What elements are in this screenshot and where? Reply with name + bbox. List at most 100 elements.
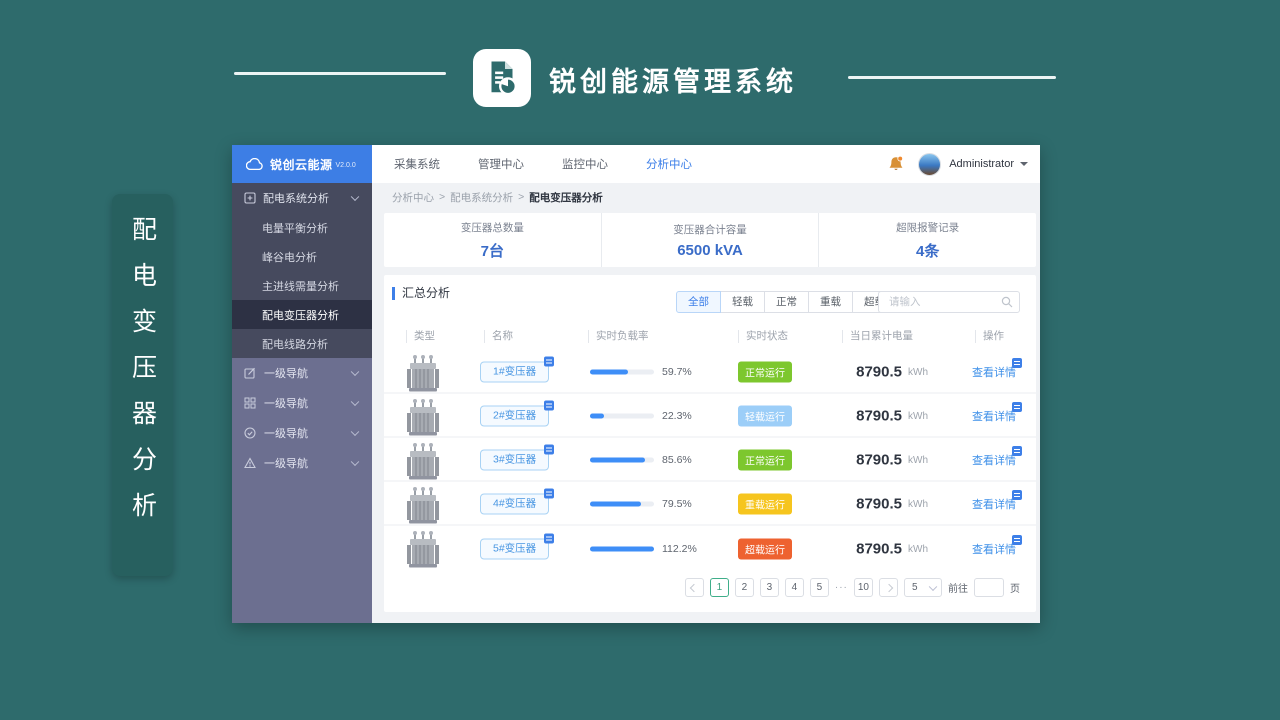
sidebar-item-nav-3[interactable]: 一级导航: [232, 418, 372, 448]
sidebar-item-line-analysis[interactable]: 配电线路分析: [232, 329, 372, 358]
sidebar-item-main-line-demand[interactable]: 主进线需量分析: [232, 271, 372, 300]
page-button-1[interactable]: 1: [709, 578, 729, 597]
sidebar-item-label: 配电变压器分析: [262, 309, 339, 322]
view-details-link[interactable]: 查看详情: [972, 358, 1022, 380]
user-avatar[interactable]: [918, 152, 942, 176]
table-header: 类型 名称 实时负载率 实时状态 当日累计电量 操作: [384, 330, 1036, 350]
page-button-5[interactable]: 5: [809, 578, 829, 597]
top-nav-collect[interactable]: 采集系统: [394, 156, 440, 172]
load-progress: [590, 457, 654, 463]
load-percent: 85.6%: [662, 454, 692, 466]
transformer-name: 5#变压器: [493, 542, 537, 555]
page-button-10[interactable]: 10: [853, 578, 873, 597]
sidebar-item-label: 配电系统分析: [263, 193, 329, 205]
sidebar-item-peak-valley[interactable]: 峰谷电分析: [232, 242, 372, 271]
breadcrumb-item[interactable]: 分析中心: [392, 190, 434, 205]
search-input[interactable]: [887, 293, 997, 311]
table-row: 4#变压器 79.5% 重载运行 8790.5 kWh 查看详情: [384, 484, 1036, 526]
transformer-name-button[interactable]: 5#变压器: [480, 533, 555, 560]
filter-normal-button[interactable]: 正常: [765, 291, 809, 313]
page: 锐创能源管理系统 配电变压器分析 锐创云能源 V2.0.0 配电系统分析 电量平…: [0, 0, 1280, 720]
page-button-3[interactable]: 3: [759, 578, 779, 597]
energy-value: 8790.5: [856, 495, 902, 513]
header-left-divider: [234, 72, 446, 75]
sidebar-logo-name: 锐创云能源: [270, 157, 333, 172]
status-badge: 轻载运行: [738, 405, 792, 427]
notification-bell-icon[interactable]: [888, 155, 904, 173]
energy-unit: kWh: [908, 544, 928, 556]
page-ellipsis[interactable]: ···: [835, 582, 848, 593]
sidebar-item-nav-4[interactable]: 一级导航: [232, 448, 372, 478]
top-nav-manage[interactable]: 管理中心: [478, 156, 524, 172]
stats-card: 变压器总数量 7台 变压器合计容量 6500 kVA 超限报警记录 4条: [384, 213, 1036, 267]
sidebar-item-nav-2[interactable]: 一级导航: [232, 388, 372, 418]
load-progress: [590, 546, 654, 552]
page-size-select[interactable]: 5: [904, 578, 942, 597]
detail-list-icon: [544, 356, 555, 367]
breadcrumb-item[interactable]: 配电系统分析: [450, 190, 513, 205]
header-right-divider: [848, 76, 1056, 79]
view-details-link[interactable]: 查看详情: [972, 490, 1022, 512]
cloud-icon: [246, 158, 263, 170]
stat-label: 超限报警记录: [896, 221, 960, 234]
chevron-down-icon: [350, 427, 360, 437]
sidebar-item-nav-1[interactable]: 一级导航: [232, 358, 372, 388]
summary-card: 汇总分析 全部 轻载 正常 重载 超载 类型: [384, 275, 1036, 612]
sidebar-item-transformer-analysis[interactable]: 配电变压器分析: [232, 300, 372, 329]
filter-light-button[interactable]: 轻载: [721, 291, 765, 313]
chevron-down-icon: [350, 367, 360, 377]
sidebar-item-power-system-analysis[interactable]: 配电系统分析: [232, 183, 372, 213]
stat-value: 7台: [480, 242, 504, 260]
chevron-down-icon: [928, 582, 938, 591]
chevron-down-icon: [350, 397, 360, 407]
transformer-name-button[interactable]: 3#变压器: [480, 444, 555, 471]
edit-square-icon: [244, 367, 255, 379]
energy-value: 8790.5: [856, 540, 902, 558]
breadcrumb-current: 配电变压器分析: [529, 191, 603, 204]
transformer-name: 3#变压器: [493, 453, 537, 466]
energy-unit: kWh: [908, 499, 928, 511]
load-progress: [590, 501, 654, 507]
check-circle-icon: [244, 427, 256, 439]
transformer-image: [407, 399, 439, 436]
load-progress-fill: [590, 501, 641, 507]
load-percent: 22.3%: [662, 410, 692, 422]
table-row: 1#变压器 59.7% 正常运行 8790.5 kWh 查看详情: [384, 352, 1036, 394]
view-details-link[interactable]: 查看详情: [972, 535, 1022, 557]
transformer-name-button[interactable]: 4#变压器: [480, 488, 555, 515]
sidebar: 锐创云能源 V2.0.0 配电系统分析 电量平衡分析 峰谷电分析 主进线需量分析…: [232, 145, 372, 623]
detail-list-icon: [544, 400, 555, 411]
search-icon[interactable]: [1001, 296, 1013, 308]
transformer-name-button[interactable]: 2#变压器: [480, 400, 555, 427]
stat-value: 6500 kVA: [677, 241, 743, 259]
transformer-name: 1#变压器: [493, 365, 537, 378]
transformer-name: 4#变压器: [493, 497, 537, 510]
app-window: 锐创云能源 V2.0.0 配电系统分析 电量平衡分析 峰谷电分析 主进线需量分析…: [232, 145, 1040, 623]
view-details-link[interactable]: 查看详情: [972, 446, 1022, 468]
top-nav-monitor[interactable]: 监控中心: [562, 156, 608, 172]
transformer-image: [407, 487, 439, 524]
filter-heavy-button[interactable]: 重载: [809, 291, 853, 313]
caret-down-icon[interactable]: [1020, 162, 1028, 170]
breadcrumb-separator: >: [439, 191, 446, 203]
sidebar-item-energy-balance[interactable]: 电量平衡分析: [232, 213, 372, 242]
prev-page-button[interactable]: [684, 578, 704, 597]
next-page-button[interactable]: [879, 578, 898, 597]
stat-transformer-count: 变压器总数量 7台: [384, 213, 601, 267]
view-details-link[interactable]: 查看详情: [972, 402, 1022, 424]
table-row: 2#变压器 22.3% 轻载运行 8790.5 kWh 查看详情: [384, 396, 1036, 438]
stat-value: 4条: [916, 242, 940, 260]
page-button-4[interactable]: 4: [784, 578, 804, 597]
page-button-2[interactable]: 2: [734, 578, 754, 597]
status-badge: 正常运行: [738, 449, 792, 471]
top-nav-analysis[interactable]: 分析中心: [646, 156, 692, 172]
grid-icon: [244, 397, 256, 409]
col-header-status: 实时状态: [738, 330, 788, 343]
detail-list-icon: [544, 488, 555, 499]
user-name[interactable]: Administrator: [949, 158, 1014, 170]
transformer-name-button[interactable]: 1#变压器: [480, 356, 555, 383]
filter-all-button[interactable]: 全部: [676, 291, 721, 313]
view-details-label: 查看详情: [972, 544, 1016, 556]
top-nav: 采集系统 管理中心 监控中心 分析中心 Administrator: [372, 145, 1040, 183]
goto-page-input[interactable]: [974, 578, 1004, 597]
